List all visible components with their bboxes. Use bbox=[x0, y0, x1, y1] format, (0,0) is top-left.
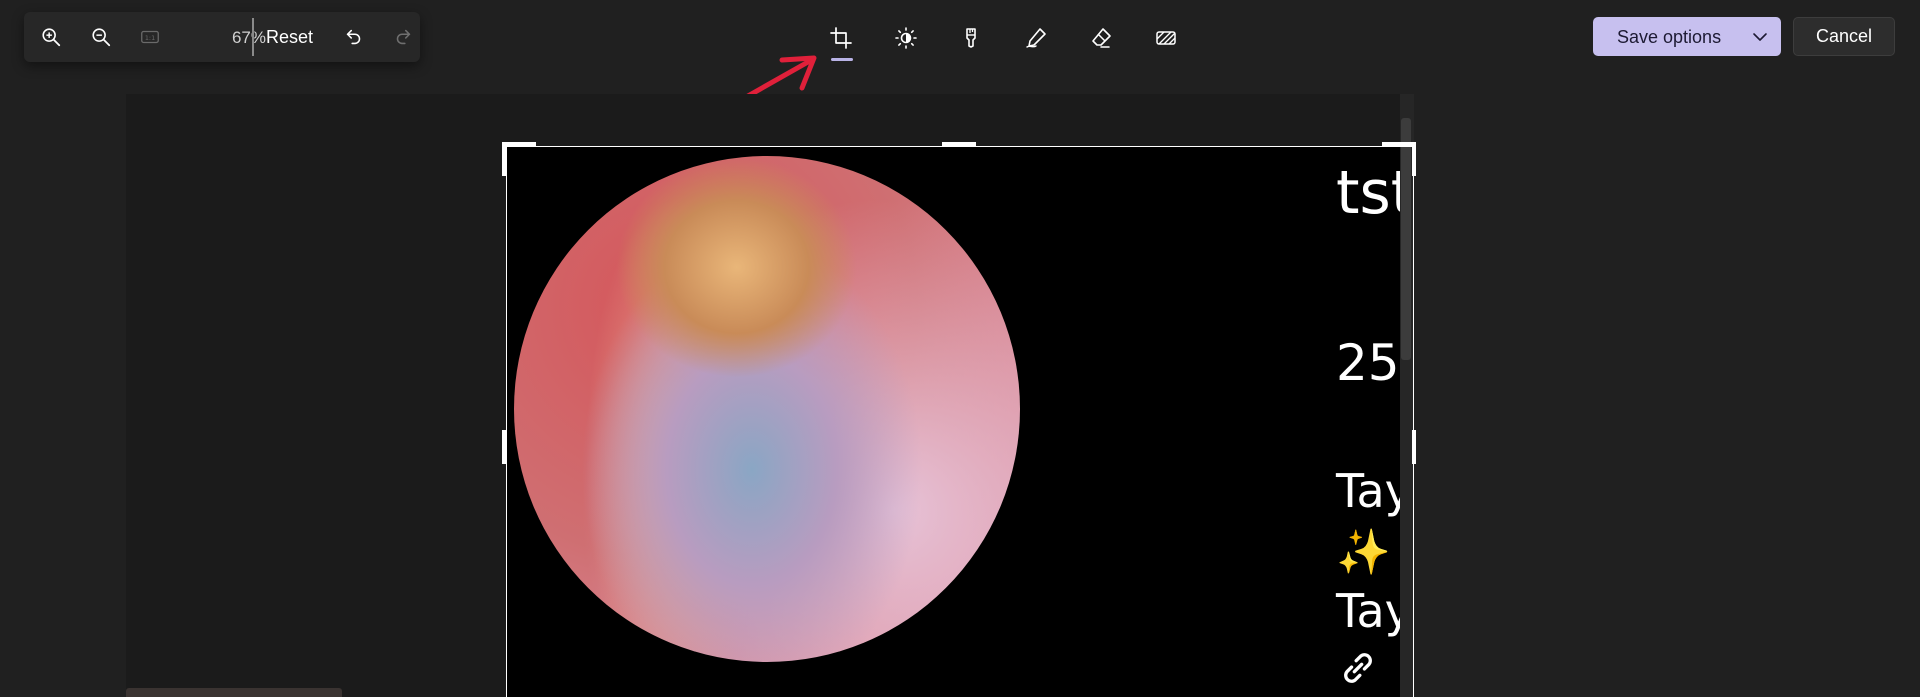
zoom-out-icon bbox=[92, 28, 111, 47]
save-options-button[interactable]: Save options bbox=[1593, 17, 1781, 56]
zoom-toolbar: 1:1 67% Reset bbox=[24, 12, 420, 62]
actual-size-button[interactable]: 1:1 bbox=[134, 21, 166, 53]
tab-markup[interactable] bbox=[1016, 18, 1056, 58]
crop-handle-right[interactable] bbox=[1412, 430, 1416, 464]
zoom-out-button[interactable] bbox=[85, 21, 117, 53]
crop-handle-top-left[interactable] bbox=[502, 142, 536, 146]
crop-handle-top-right[interactable] bbox=[1382, 142, 1416, 146]
redo-button[interactable] bbox=[387, 21, 419, 53]
undo-button[interactable] bbox=[338, 21, 370, 53]
active-tab-indicator bbox=[831, 58, 853, 61]
toolbar-divider bbox=[252, 18, 254, 56]
crop-handle-top[interactable] bbox=[942, 142, 976, 146]
zoom-in-icon bbox=[42, 28, 61, 47]
zoom-level: 67% bbox=[231, 28, 266, 47]
zoom-in-button[interactable] bbox=[35, 21, 67, 53]
crop-handle-top-right-vertical[interactable] bbox=[1412, 142, 1416, 176]
brightness-icon bbox=[895, 27, 917, 49]
crop-icon bbox=[830, 27, 852, 49]
crop-frame[interactable] bbox=[506, 146, 1414, 697]
crop-handle-top-left-vertical[interactable] bbox=[502, 142, 506, 176]
svg-text:1:1: 1:1 bbox=[145, 34, 155, 42]
background-icon bbox=[1156, 31, 1176, 45]
actual-size-icon: 1:1 bbox=[141, 30, 159, 44]
cancel-button[interactable]: Cancel bbox=[1793, 17, 1895, 56]
tab-erase[interactable] bbox=[1081, 18, 1121, 58]
tab-filter[interactable] bbox=[951, 18, 991, 58]
pen-icon bbox=[1026, 28, 1046, 48]
save-options-label: Save options bbox=[1617, 27, 1722, 47]
tab-adjust[interactable] bbox=[886, 18, 926, 58]
reset-button[interactable]: Reset bbox=[266, 27, 313, 48]
tab-background[interactable] bbox=[1146, 18, 1186, 58]
canvas-status-tab bbox=[126, 688, 342, 697]
redo-icon bbox=[396, 29, 411, 45]
crop-handle-left[interactable] bbox=[502, 430, 506, 464]
eraser-icon bbox=[1092, 28, 1111, 48]
undo-icon bbox=[346, 29, 361, 45]
filter-icon bbox=[966, 28, 976, 48]
chevron-down-icon[interactable] bbox=[1751, 28, 1769, 46]
